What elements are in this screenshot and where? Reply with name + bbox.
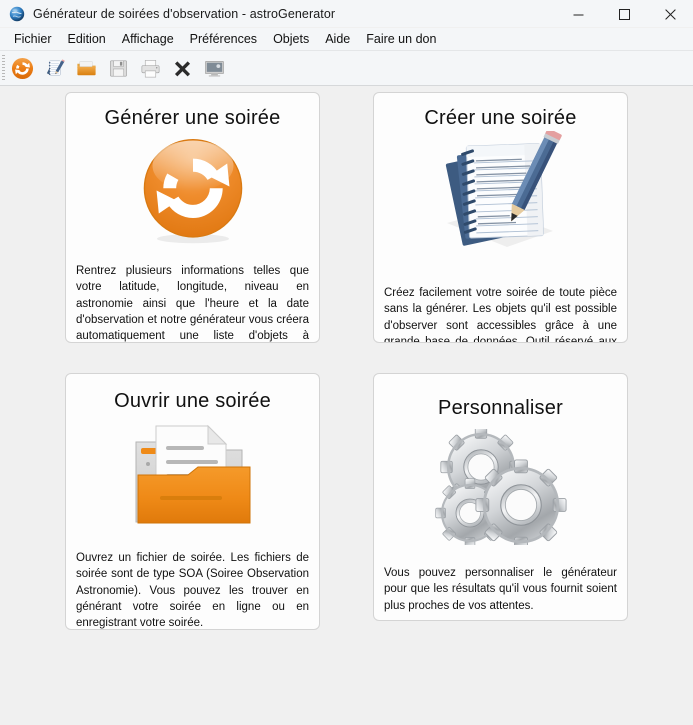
menu-item-edition[interactable]: Edition — [60, 30, 114, 48]
toolbar — [0, 51, 693, 86]
card-create-description: Créez facilement votre soirée de toute p… — [384, 287, 617, 343]
toolbar-save-floppy-icon[interactable] — [103, 53, 133, 83]
card-generate-soiree[interactable]: Générer une soirée Rentrez plusieurs inf… — [65, 92, 320, 343]
card-generate-description: Rentrez plusieurs informations telles qu… — [76, 265, 309, 343]
window-controls — [555, 0, 693, 28]
card-customize-title: Personnaliser — [438, 397, 563, 419]
card-generate-title: Générer une soirée — [104, 107, 281, 129]
menu-item-preferences[interactable]: Préférences — [182, 30, 265, 48]
card-ouvrir-soiree[interactable]: Ouvrir une soirée Ouvrez un fichier de s… — [65, 373, 320, 630]
gears-icon — [434, 429, 568, 545]
card-create-title: Créer une soirée — [424, 107, 577, 129]
toolbar-print-icon[interactable] — [135, 53, 165, 83]
maximize-icon[interactable] — [601, 0, 647, 28]
menu-item-faire-un-don[interactable]: Faire un don — [358, 30, 444, 48]
main-content: Générer une soirée Rentrez plusieurs inf… — [0, 86, 693, 724]
generate-refresh-icon — [139, 137, 247, 245]
card-open-description: Ouvrez un fichier de soirée. Les fichier… — [76, 552, 309, 630]
title-bar: Générateur de soirées d'observation - as… — [0, 0, 693, 28]
notepad-pencil-icon — [431, 131, 571, 257]
toolbar-screen-monitor-icon[interactable] — [199, 53, 229, 83]
toolbar-generate-refresh-icon[interactable] — [7, 53, 37, 83]
card-customize-description: Vous pouvez personnaliser le générateur … — [384, 567, 617, 612]
menu-item-affichage[interactable]: Affichage — [114, 30, 182, 48]
card-open-title: Ouvrir une soirée — [114, 390, 271, 412]
menu-item-aide[interactable]: Aide — [317, 30, 358, 48]
card-personnaliser[interactable]: Personnaliser Vous pouvez personnaliser … — [373, 373, 628, 621]
menu-item-objets[interactable]: Objets — [265, 30, 317, 48]
toolbar-notepad-pencil-icon[interactable] — [39, 53, 69, 83]
card-creer-soiree[interactable]: Créer une soirée Créez facilement votre … — [373, 92, 628, 343]
toolbar-open-folder-icon[interactable] — [71, 53, 101, 83]
close-icon[interactable] — [647, 0, 693, 28]
toolbar-delete-cross-icon[interactable] — [167, 53, 197, 83]
menu-bar: Fichier Edition Affichage Préférences Ob… — [0, 28, 693, 51]
menu-item-fichier[interactable]: Fichier — [6, 30, 60, 48]
open-folder-icon — [128, 420, 258, 532]
globe-icon — [9, 6, 25, 22]
toolbar-grip[interactable] — [0, 51, 7, 85]
window-title: Générateur de soirées d'observation - as… — [33, 6, 336, 21]
minimize-icon[interactable] — [555, 0, 601, 28]
